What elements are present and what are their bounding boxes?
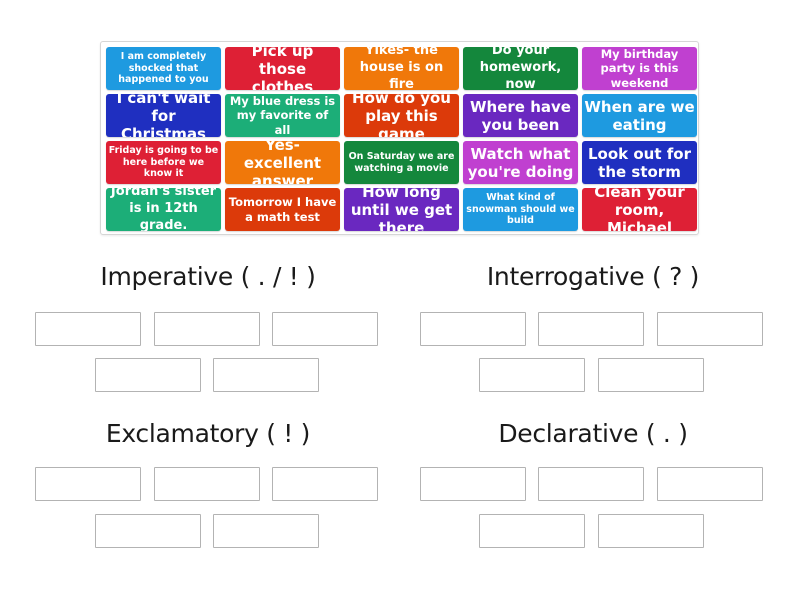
tile-label: Look out for the storm	[588, 144, 691, 181]
draggable-tile[interactable]: When are we eating	[582, 94, 697, 137]
tile-label: On Saturday we are watching a movie	[348, 151, 455, 174]
drop-slot[interactable]	[479, 514, 585, 548]
tile-bank: I am completely shocked that happened to…	[100, 41, 699, 235]
draggable-tile[interactable]: Yes- excellent answer	[225, 141, 340, 184]
tile-label: Pick up those clothes	[251, 47, 314, 90]
drop-slot[interactable]	[154, 312, 260, 346]
tile-label: How long until we get there	[350, 188, 453, 231]
drop-slot[interactable]	[95, 358, 201, 392]
draggable-tile[interactable]: My birthday party is this weekend	[582, 47, 697, 90]
group-title-declarative: Declarative ( . )	[498, 419, 688, 448]
draggable-tile[interactable]: I am completely shocked that happened to…	[106, 47, 221, 90]
drop-slot[interactable]	[272, 467, 378, 501]
draggable-tile[interactable]: On Saturday we are watching a movie	[344, 141, 459, 184]
tile-label: Watch what you're doing	[467, 144, 574, 181]
tile-label: Jordan's sister is in 12th grade.	[110, 188, 217, 231]
drop-slot[interactable]	[35, 467, 141, 501]
tile-grid: I am completely shocked that happened to…	[106, 47, 697, 231]
drop-slot[interactable]	[213, 358, 319, 392]
tile-label: Where have you been	[470, 97, 571, 134]
group-sort-activity: I am completely shocked that happened to…	[0, 0, 800, 600]
tile-label: How do you play this game	[352, 94, 451, 137]
drop-slot[interactable]	[657, 467, 763, 501]
drop-slot[interactable]	[272, 312, 378, 346]
drop-slot[interactable]	[154, 467, 260, 501]
drop-slot[interactable]	[657, 312, 763, 346]
drop-slot[interactable]	[420, 467, 526, 501]
drop-slot[interactable]	[538, 467, 644, 501]
tile-label: Yes- excellent answer	[243, 141, 322, 184]
drop-slot[interactable]	[420, 312, 526, 346]
draggable-tile[interactable]: Pick up those clothes	[225, 47, 340, 90]
drop-slot[interactable]	[538, 312, 644, 346]
tile-label: Friday is going to be here before we kno…	[108, 145, 219, 180]
drop-slot[interactable]	[95, 514, 201, 548]
drop-slot[interactable]	[35, 312, 141, 346]
draggable-tile[interactable]: Yikes- the house is on fire	[344, 47, 459, 90]
draggable-tile[interactable]: Tomorrow I have a math test	[225, 188, 340, 231]
group-title-interrogative: Interrogative ( ? )	[486, 262, 700, 291]
tile-label: Do your homework, now	[479, 47, 562, 90]
tile-label: Yikes- the house is on fire	[359, 47, 444, 90]
draggable-tile[interactable]: How long until we get there	[344, 188, 459, 231]
draggable-tile[interactable]: Watch what you're doing	[463, 141, 578, 184]
draggable-tile[interactable]: Clean your room, Michael	[582, 188, 697, 231]
draggable-tile[interactable]: How do you play this game	[344, 94, 459, 137]
tile-label: I am completely shocked that happened to…	[118, 51, 209, 86]
tile-label: Tomorrow I have a math test	[228, 195, 337, 224]
tile-label: What kind of snowman should we build	[466, 192, 575, 227]
draggable-tile[interactable]: Where have you been	[463, 94, 578, 137]
draggable-tile[interactable]: Jordan's sister is in 12th grade.	[106, 188, 221, 231]
draggable-tile[interactable]: What kind of snowman should we build	[463, 188, 578, 231]
draggable-tile[interactable]: I can't wait for Christmas	[106, 94, 221, 137]
tile-label: My birthday party is this weekend	[600, 47, 679, 90]
group-title-imperative: Imperative ( . / ! )	[100, 262, 316, 291]
drop-slot[interactable]	[213, 514, 319, 548]
group-title-exclamatory: Exclamatory ( ! )	[105, 419, 311, 448]
draggable-tile[interactable]: Do your homework, now	[463, 47, 578, 90]
draggable-tile[interactable]: Look out for the storm	[582, 141, 697, 184]
tile-label: Clean your room, Michael	[594, 188, 685, 231]
tile-label: When are we eating	[584, 97, 695, 134]
drop-slot[interactable]	[598, 358, 704, 392]
drop-slot[interactable]	[598, 514, 704, 548]
draggable-tile[interactable]: My blue dress is my favorite of all	[225, 94, 340, 137]
tile-label: I can't wait for Christmas	[116, 94, 211, 137]
drop-slot[interactable]	[479, 358, 585, 392]
tile-label: My blue dress is my favorite of all	[229, 94, 336, 137]
draggable-tile[interactable]: Friday is going to be here before we kno…	[106, 141, 221, 184]
